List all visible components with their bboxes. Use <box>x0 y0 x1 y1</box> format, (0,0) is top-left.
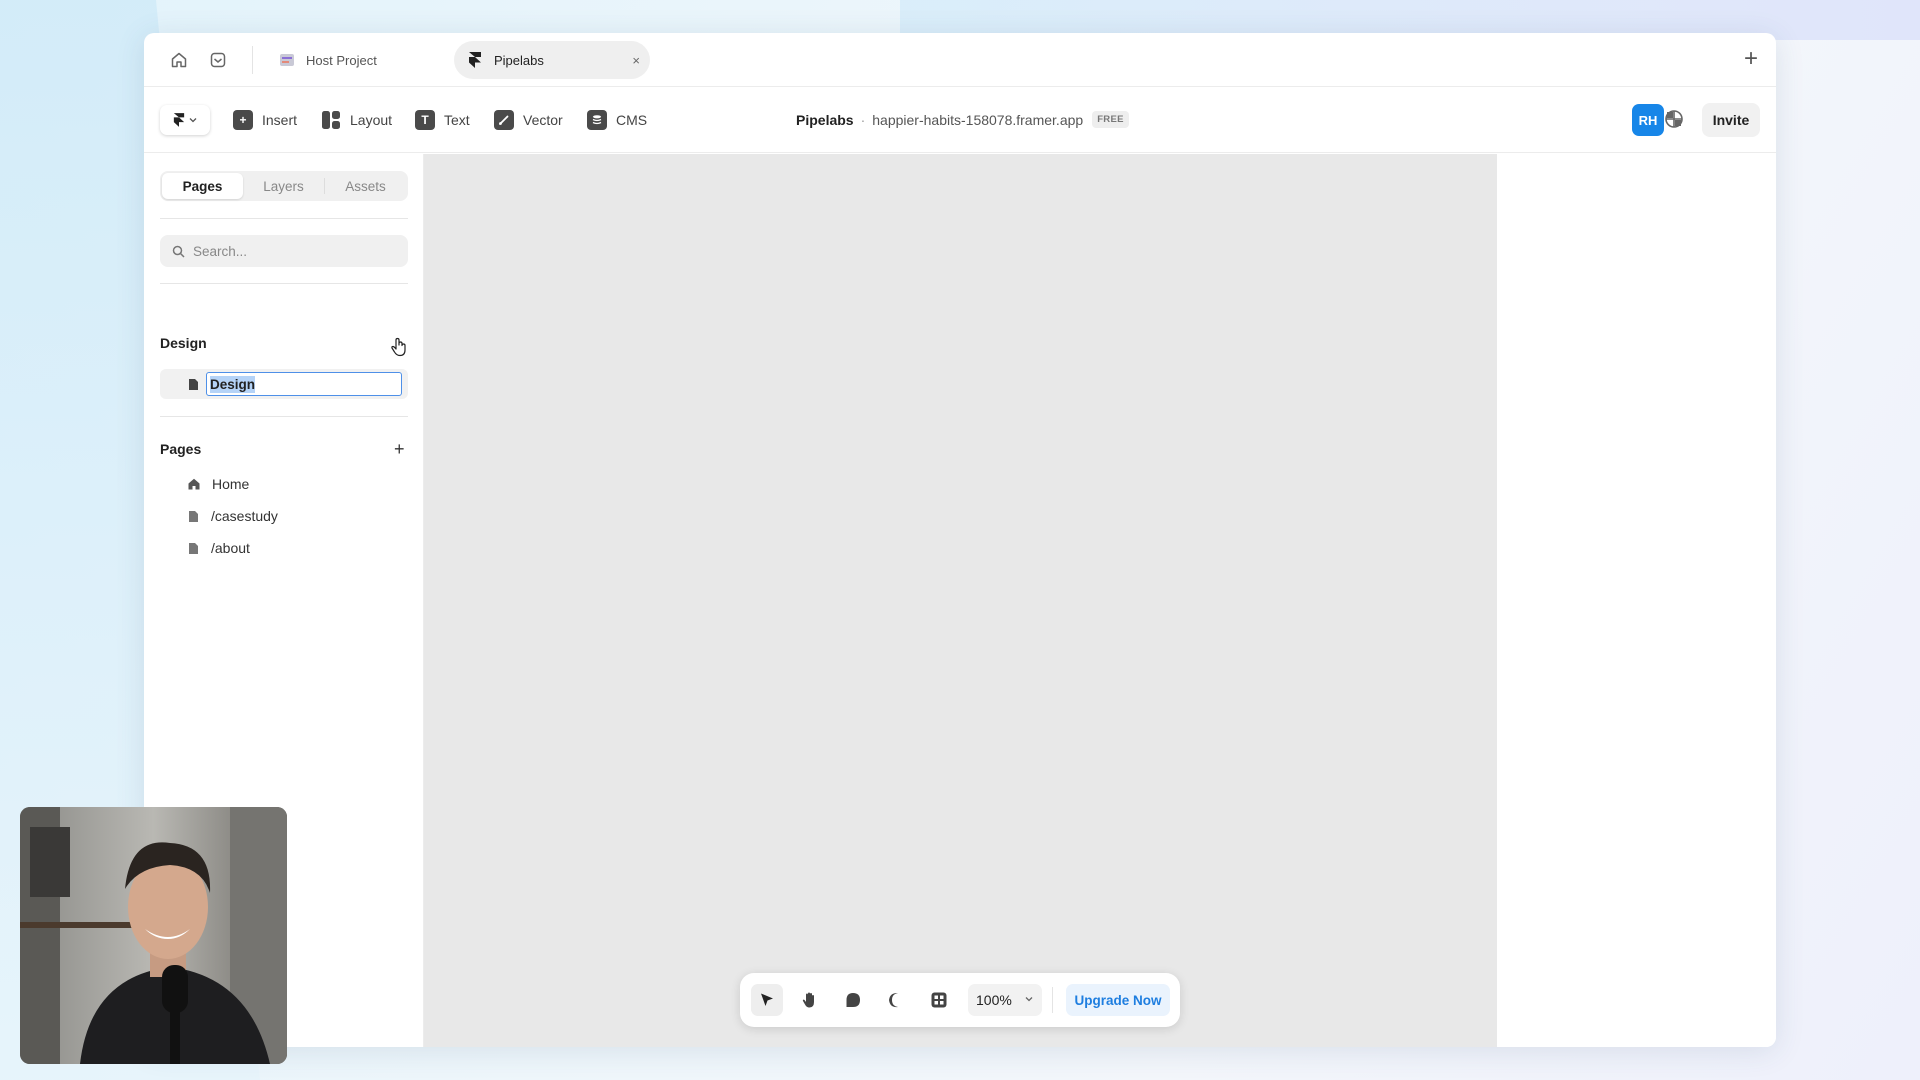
invite-button[interactable]: Invite <box>1702 103 1760 137</box>
design-canvas[interactable] <box>424 154 1497 1047</box>
select-tool-icon[interactable] <box>751 984 783 1016</box>
new-tab-button[interactable]: + <box>1744 46 1758 72</box>
framer-window: Host Project Pipelabs × + + Insert Layou… <box>144 33 1776 1047</box>
divider <box>160 218 408 219</box>
tab-pages[interactable]: Pages <box>162 173 243 199</box>
divider <box>160 416 408 417</box>
insert-label: Insert <box>262 112 298 128</box>
tab-pipelabs[interactable]: Pipelabs × <box>454 41 650 79</box>
dark-mode-icon[interactable] <box>880 984 912 1016</box>
framer-logo-icon <box>173 113 185 127</box>
add-page-button[interactable]: + <box>394 440 405 458</box>
tab-host-project[interactable]: Host Project <box>264 41 464 79</box>
bottom-toolbar: 100% Upgrade Now <box>740 973 1180 1027</box>
zoom-select[interactable]: 100% <box>968 984 1042 1016</box>
tab-layers[interactable]: Layers <box>243 173 324 199</box>
chevron-down-icon <box>189 118 197 123</box>
hand-tool-icon[interactable] <box>794 984 826 1016</box>
pages-section-title: Pages <box>160 441 202 457</box>
tab-pipelabs-label: Pipelabs <box>494 52 544 68</box>
page-label: /about <box>211 540 250 556</box>
text-label: Text <box>444 112 470 128</box>
tab-separator <box>252 46 253 74</box>
collaborators-icon[interactable] <box>1664 109 1686 131</box>
sidebar-item-casestudy[interactable]: /casestudy <box>188 505 278 527</box>
sidebar-item-about[interactable]: /about <box>188 537 250 559</box>
tab-assets[interactable]: Assets <box>325 173 406 199</box>
toolbar-separator <box>1052 987 1053 1013</box>
inbox-icon[interactable] <box>205 47 231 73</box>
webcam-overlay <box>20 807 287 1064</box>
plus-icon: + <box>233 110 253 130</box>
layout-label: Layout <box>350 112 393 128</box>
database-icon <box>587 110 607 130</box>
title-separator: · <box>860 111 866 128</box>
hand-cursor-icon <box>390 337 408 362</box>
text-button[interactable]: T Text <box>415 107 470 133</box>
home-icon[interactable] <box>166 47 192 73</box>
page-rename-input[interactable]: Design <box>206 372 402 396</box>
grid-icon[interactable] <box>923 984 955 1016</box>
cms-button[interactable]: CMS <box>587 107 647 133</box>
insert-button[interactable]: + Insert <box>233 107 297 133</box>
user-avatar[interactable]: RH <box>1632 104 1664 136</box>
webcam-person-image <box>20 807 287 1064</box>
page-icon <box>189 378 198 390</box>
text-icon: T <box>415 110 435 130</box>
layout-button[interactable]: Layout <box>321 107 392 133</box>
divider <box>160 283 408 284</box>
search-placeholder: Search... <box>193 243 248 259</box>
design-page-row[interactable]: Design <box>160 369 408 399</box>
vector-button[interactable]: Vector <box>494 107 563 133</box>
page-label: /casestudy <box>211 508 278 524</box>
framer-menu-button[interactable] <box>160 105 210 135</box>
vector-pen-icon <box>494 110 514 130</box>
project-info: Pipelabs · happier-habits-158078.framer.… <box>796 111 1129 128</box>
search-icon <box>172 245 185 258</box>
page-label: Home <box>212 476 250 492</box>
framer-logo-icon <box>466 51 484 69</box>
page-icon <box>189 510 198 522</box>
sidebar-tabs: Pages Layers Assets <box>160 171 408 201</box>
main-toolbar: + Insert Layout T Text Vector CMS Pipela… <box>144 87 1776 153</box>
home-icon <box>188 478 200 490</box>
tab-host-project-label: Host Project <box>306 52 377 68</box>
project-domain[interactable]: happier-habits-158078.framer.app <box>872 112 1083 128</box>
plan-badge: FREE <box>1092 111 1129 128</box>
project-name[interactable]: Pipelabs <box>796 112 854 128</box>
properties-panel <box>1497 154 1776 1047</box>
zoom-value: 100% <box>976 992 1012 1008</box>
sidebar-item-home[interactable]: Home <box>188 473 249 495</box>
vector-label: Vector <box>523 112 563 128</box>
tab-bar: Host Project Pipelabs × + <box>144 33 1776 87</box>
cms-label: CMS <box>616 112 648 128</box>
upgrade-now-button[interactable]: Upgrade Now <box>1066 984 1170 1016</box>
layout-icon <box>321 110 341 130</box>
search-input[interactable]: Search... <box>160 235 408 267</box>
chevron-down-icon <box>1025 997 1033 1002</box>
comment-icon[interactable] <box>837 984 869 1016</box>
design-section-title: Design <box>160 335 207 351</box>
project-thumbnail-icon <box>278 51 296 69</box>
close-tab-icon[interactable]: × <box>632 53 640 68</box>
rename-input-value: Design <box>210 375 256 393</box>
page-icon <box>189 542 198 554</box>
